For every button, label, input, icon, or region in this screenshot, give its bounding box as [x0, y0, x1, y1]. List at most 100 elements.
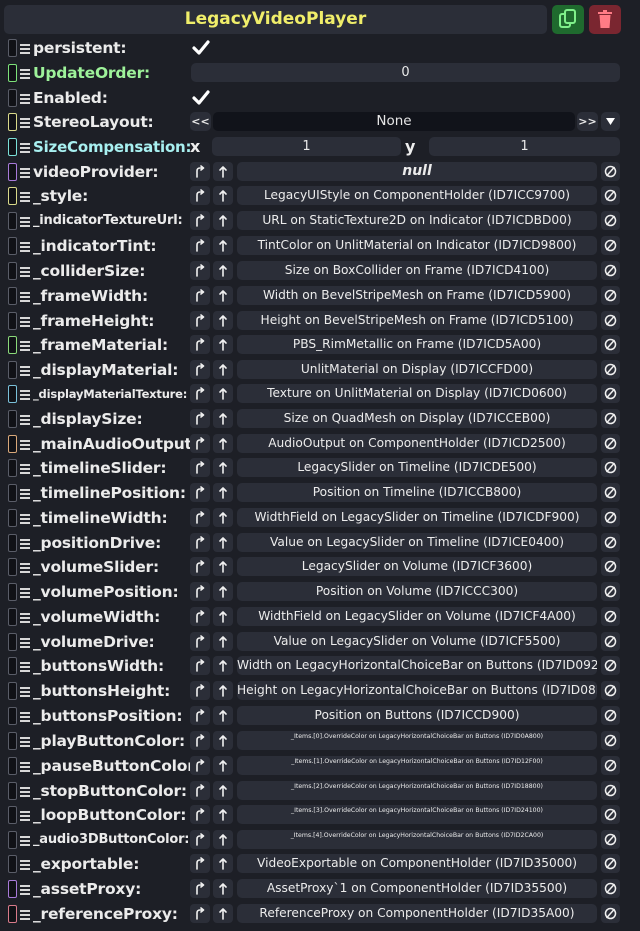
jump-to-source-button[interactable] [190, 533, 210, 552]
menu-icon[interactable] [20, 559, 31, 575]
menu-icon[interactable] [20, 65, 31, 81]
open-inspector-button[interactable] [213, 557, 233, 576]
drag-handle[interactable] [8, 657, 17, 675]
enabled-checkbox[interactable] [192, 89, 210, 107]
open-inspector-button[interactable] [213, 162, 233, 181]
drag-handle[interactable] [8, 782, 17, 800]
clear-reference-button[interactable] [601, 286, 620, 305]
open-inspector-button[interactable] [213, 632, 233, 651]
reference-value[interactable]: Height on LegacyHorizontalChoiceBar on B… [237, 681, 597, 700]
drag-handle[interactable] [8, 558, 17, 576]
duplicate-button[interactable] [552, 5, 584, 34]
drag-handle[interactable] [8, 39, 17, 57]
drag-handle[interactable] [8, 64, 17, 82]
menu-icon[interactable] [20, 906, 31, 922]
clear-reference-button[interactable] [601, 805, 620, 824]
clear-reference-button[interactable] [601, 879, 620, 898]
drag-handle[interactable] [8, 831, 17, 849]
menu-icon[interactable] [20, 164, 31, 180]
clear-reference-button[interactable] [601, 261, 620, 280]
open-inspector-button[interactable] [213, 508, 233, 527]
menu-icon[interactable] [20, 436, 31, 452]
clear-reference-button[interactable] [601, 830, 620, 849]
clear-reference-button[interactable] [601, 607, 620, 626]
drag-handle[interactable] [8, 287, 17, 305]
drag-handle[interactable] [8, 138, 17, 156]
drag-handle[interactable] [8, 732, 17, 750]
drag-handle[interactable] [8, 113, 17, 131]
reference-value[interactable]: Texture on UnlitMaterial on Display (ID7… [237, 384, 597, 403]
clear-reference-button[interactable] [601, 781, 620, 800]
menu-icon[interactable] [20, 288, 31, 304]
reference-value[interactable]: WidthField on LegacySlider on Volume (ID… [237, 607, 597, 626]
reference-value[interactable]: TintColor on UnlitMaterial on Indicator … [237, 236, 597, 255]
clear-reference-button[interactable] [601, 236, 620, 255]
open-inspector-button[interactable] [213, 681, 233, 700]
menu-icon[interactable] [20, 411, 31, 427]
jump-to-source-button[interactable] [190, 879, 210, 898]
drag-handle[interactable] [8, 89, 17, 107]
reference-value[interactable]: Position on Timeline (ID7ICCB800) [237, 483, 597, 502]
menu-icon[interactable] [20, 460, 31, 476]
jump-to-source-button[interactable] [190, 384, 210, 403]
reference-value[interactable]: null [237, 162, 597, 181]
drag-handle[interactable] [8, 385, 17, 403]
stereo-next-button[interactable]: >> [577, 112, 598, 131]
jump-to-source-button[interactable] [190, 557, 210, 576]
open-inspector-button[interactable] [213, 483, 233, 502]
clear-reference-button[interactable] [601, 162, 620, 181]
size-compensation-y-input[interactable]: 1 [429, 137, 620, 156]
jump-to-source-button[interactable] [190, 236, 210, 255]
jump-to-source-button[interactable] [190, 335, 210, 354]
drag-handle[interactable] [8, 905, 17, 923]
clear-reference-button[interactable] [601, 186, 620, 205]
open-inspector-button[interactable] [213, 186, 233, 205]
clear-reference-button[interactable] [601, 731, 620, 750]
menu-icon[interactable] [20, 313, 31, 329]
clear-reference-button[interactable] [601, 632, 620, 651]
jump-to-source-button[interactable] [190, 162, 210, 181]
jump-to-source-button[interactable] [190, 706, 210, 725]
menu-icon[interactable] [20, 386, 31, 402]
menu-icon[interactable] [20, 832, 31, 848]
drag-handle[interactable] [8, 682, 17, 700]
menu-icon[interactable] [20, 485, 31, 501]
size-compensation-x-input[interactable]: 1 [212, 137, 401, 156]
jump-to-source-button[interactable] [190, 261, 210, 280]
clear-reference-button[interactable] [601, 904, 620, 923]
stereo-prev-button[interactable]: << [190, 112, 211, 131]
reference-value[interactable]: PBS_RimMetallic on Frame (ID7ICD5A00) [237, 335, 597, 354]
open-inspector-button[interactable] [213, 607, 233, 626]
jump-to-source-button[interactable] [190, 434, 210, 453]
reference-value[interactable]: URL on StaticTexture2D on Indicator (ID7… [237, 211, 597, 230]
clear-reference-button[interactable] [601, 756, 620, 775]
jump-to-source-button[interactable] [190, 656, 210, 675]
drag-handle[interactable] [8, 633, 17, 651]
open-inspector-button[interactable] [213, 731, 233, 750]
reference-value[interactable]: Value on LegacySlider on Volume (ID7ICF5… [237, 632, 597, 651]
open-inspector-button[interactable] [213, 261, 233, 280]
delete-button[interactable] [589, 5, 621, 34]
drag-handle[interactable] [8, 484, 17, 502]
clear-reference-button[interactable] [601, 706, 620, 725]
reference-value[interactable]: AudioOutput on ComponentHolder (ID7ICD25… [237, 434, 597, 453]
open-inspector-button[interactable] [213, 211, 233, 230]
menu-icon[interactable] [20, 510, 31, 526]
jump-to-source-button[interactable] [190, 681, 210, 700]
menu-icon[interactable] [20, 807, 31, 823]
drag-handle[interactable] [8, 757, 17, 775]
jump-to-source-button[interactable] [190, 508, 210, 527]
open-inspector-button[interactable] [213, 904, 233, 923]
menu-icon[interactable] [20, 139, 31, 155]
reference-value[interactable]: _Items.[1].OverrideColor on LegacyHorizo… [237, 756, 597, 775]
reference-value[interactable]: Width on BevelStripeMesh on Frame (ID7IC… [237, 286, 597, 305]
drag-handle[interactable] [8, 163, 17, 181]
menu-icon[interactable] [20, 683, 31, 699]
jump-to-source-button[interactable] [190, 854, 210, 873]
jump-to-source-button[interactable] [190, 904, 210, 923]
reference-value[interactable]: LegacySlider on Timeline (ID7ICDE500) [237, 458, 597, 477]
drag-handle[interactable] [8, 806, 17, 824]
reference-value[interactable]: LegacySlider on Volume (ID7ICF3600) [237, 557, 597, 576]
drag-handle[interactable] [8, 361, 17, 379]
open-inspector-button[interactable] [213, 582, 233, 601]
